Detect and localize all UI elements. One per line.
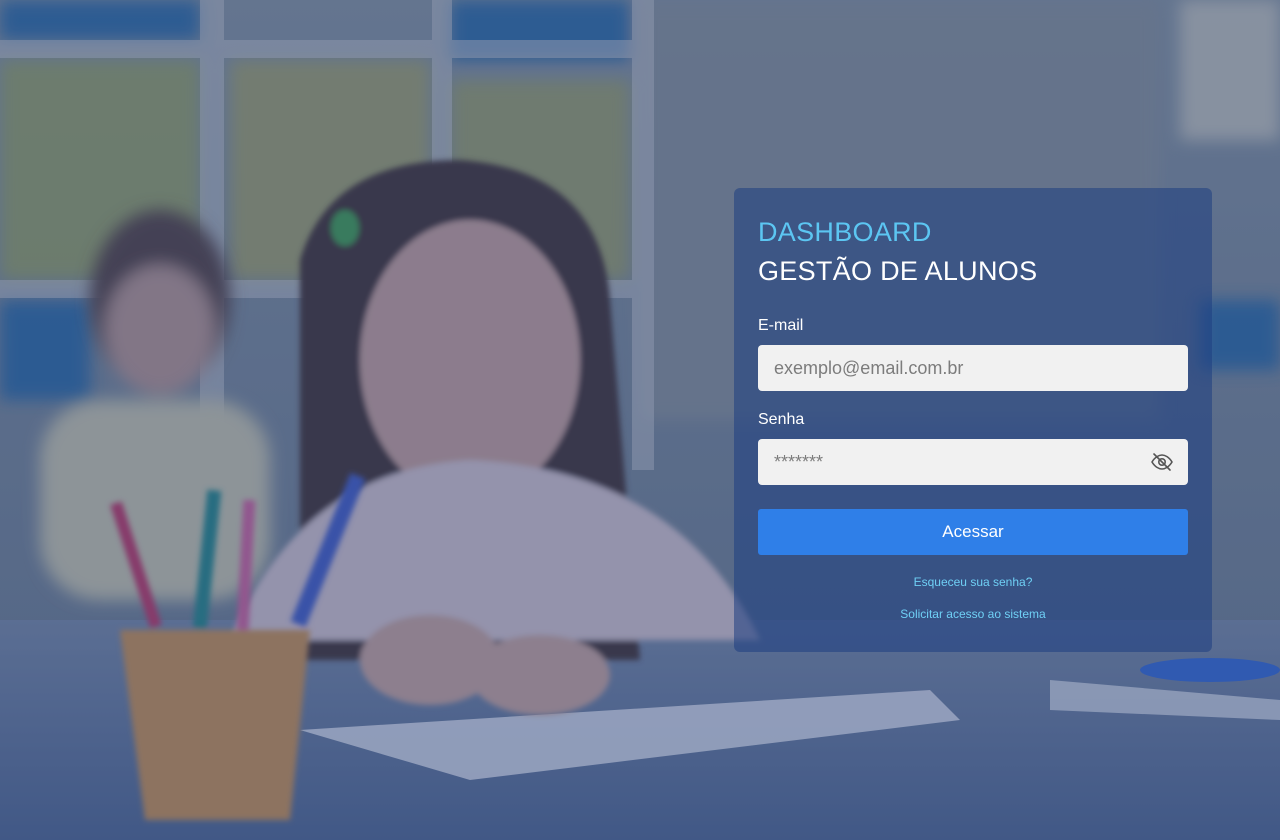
email-field-wrapper — [758, 345, 1188, 391]
forgot-password-link[interactable]: Esqueceu sua senha? — [758, 575, 1188, 589]
password-field-wrapper — [758, 439, 1188, 485]
login-card: DASHBOARD GESTÃO DE ALUNOS E-mail Senha … — [734, 188, 1212, 652]
request-access-link[interactable]: Solicitar acesso ao sistema — [758, 607, 1188, 621]
eye-slash-icon[interactable] — [1150, 450, 1174, 474]
page-title: GESTÃO DE ALUNOS — [758, 256, 1038, 286]
email-label: E-mail — [758, 317, 804, 334]
password-label: Senha — [758, 411, 805, 428]
password-field[interactable] — [758, 439, 1188, 485]
email-field[interactable] — [758, 345, 1188, 391]
brand-title: DASHBOARD — [758, 217, 932, 247]
submit-button[interactable]: Acessar — [758, 509, 1188, 555]
auth-links: Esqueceu sua senha? Solicitar acesso ao … — [758, 575, 1188, 621]
login-page: DASHBOARD GESTÃO DE ALUNOS E-mail Senha … — [0, 0, 1280, 840]
